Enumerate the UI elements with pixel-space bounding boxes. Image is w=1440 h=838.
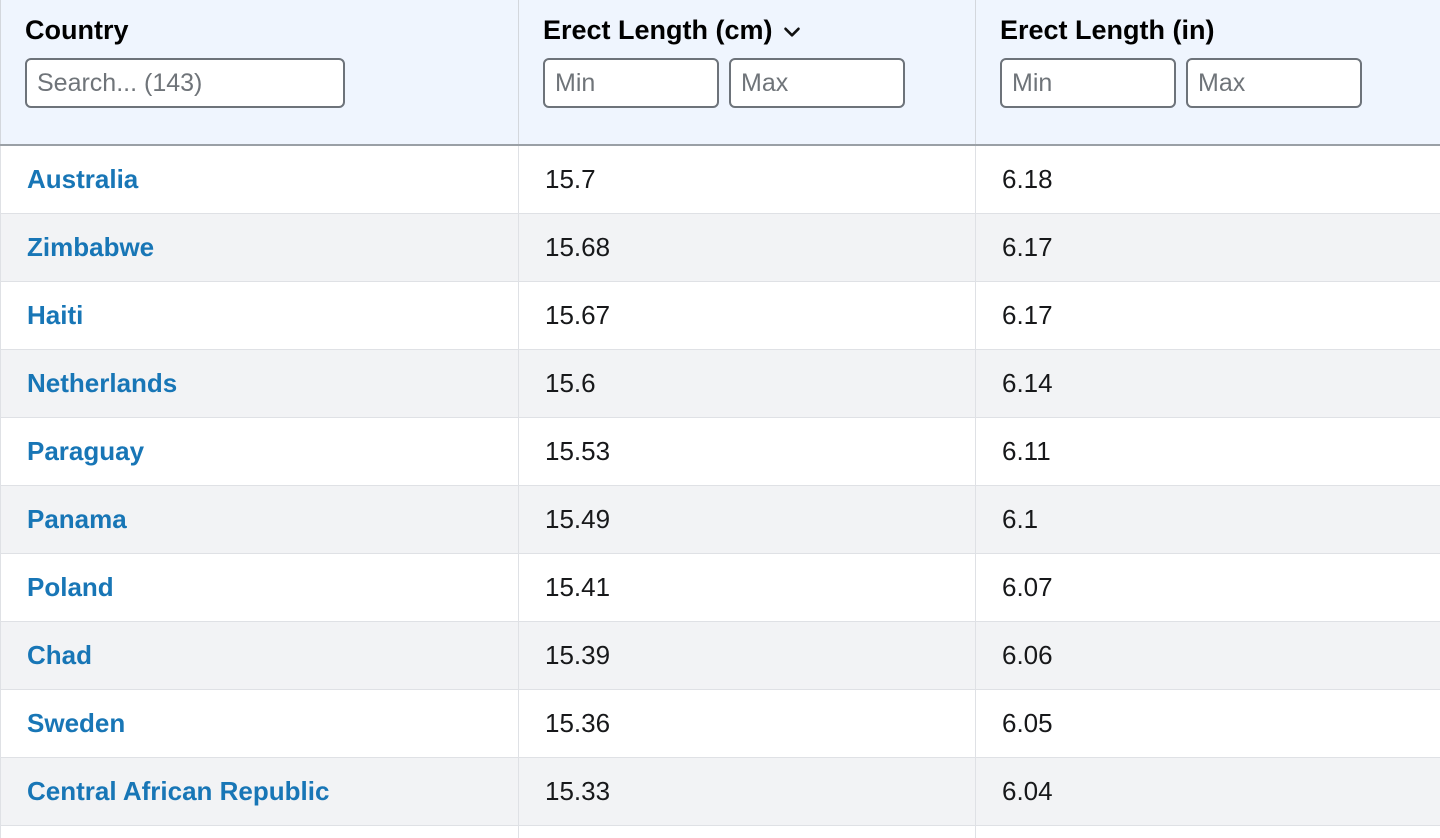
cell-erect-length-cm [518,825,976,838]
cell-erect-length-in: 6.17 [975,281,1440,350]
column-label-erect-length-in: Erect Length (in) [1000,15,1215,45]
country-erect-length-table: Country Erect Length (cm) [0,0,1440,838]
cell-erect-length-in: 6.1 [975,485,1440,554]
cell-erect-length-cm: 15.7 [518,145,976,214]
erect-length-cm-value: 15.36 [545,707,611,738]
column-header-country[interactable]: Country [0,0,519,146]
erect-length-in-value: 6.14 [1002,367,1053,398]
country-link[interactable]: Sweden [27,708,125,738]
filter-row-erect-length-in [1000,58,1440,109]
erect-length-cm-value: 15.49 [545,503,611,534]
cell-erect-length-cm: 15.68 [518,213,976,282]
country-link[interactable]: Netherlands [27,368,177,398]
country-link[interactable]: Poland [27,572,114,602]
column-title-erect-length-cm: Erect Length (cm) [543,16,975,44]
erect-length-cm-value: 15.67 [545,299,611,330]
cell-erect-length-cm: 15.36 [518,689,976,758]
erect-length-cm-value: 15.53 [545,435,611,466]
filter-row-erect-length-cm [543,58,975,109]
country-link[interactable]: Haiti [27,300,83,330]
erect-length-in-min-input[interactable] [1000,58,1176,109]
cell-erect-length-cm: 15.49 [518,485,976,554]
cell-erect-length-in: 6.06 [975,621,1440,690]
table-body: Australia 15.7 6.18 Zimbabwe 15.68 6.17 Haiti 1… [0,145,1440,838]
filter-row-country [25,58,518,109]
cell-country: Australia [0,145,519,214]
column-title-erect-length-in: Erect Length (in) [1000,15,1440,45]
table-row: Chad 15.39 6.06 [0,621,1440,690]
cell-erect-length-cm: 15.53 [518,417,976,486]
country-link[interactable]: Chad [27,640,92,670]
header-row: Country Erect Length (cm) [0,0,1440,146]
cell-country: Paraguay [0,417,519,486]
table-row: Poland 15.41 6.07 [0,553,1440,622]
cell-erect-length-in: 6.05 [975,689,1440,758]
country-link[interactable]: Panama [27,504,127,534]
table-row: Sweden 15.36 6.05 [0,689,1440,758]
data-table-container: Country Erect Length (cm) [0,0,1440,838]
erect-length-in-value: 6.04 [1002,775,1053,806]
cell-country: Poland [0,553,519,622]
cell-erect-length-in [975,825,1440,838]
erect-length-in-value: 6.1 [1002,503,1039,534]
cell-country: Sweden [0,689,519,758]
cell-erect-length-in: 6.11 [975,417,1440,486]
erect-length-in-value: 6.17 [1002,231,1053,262]
table-row: Australia 15.7 6.18 [0,145,1440,214]
cell-country [0,825,519,838]
erect-length-cm-value: 15.7 [545,163,596,194]
cell-erect-length-cm: 15.6 [518,349,976,418]
country-link[interactable]: Australia [27,164,138,194]
country-search-input[interactable] [25,58,345,109]
cell-erect-length-cm: 15.33 [518,757,976,826]
erect-length-in-value: 6.17 [1002,299,1053,330]
cell-erect-length-cm: 15.67 [518,281,976,350]
erect-length-in-value: 6.11 [1002,435,1051,466]
cell-erect-length-cm: 15.41 [518,553,976,622]
cell-erect-length-in: 6.04 [975,757,1440,826]
erect-length-cm-max-input[interactable] [729,58,905,109]
erect-length-in-value: 6.05 [1002,707,1053,738]
cell-erect-length-in: 6.14 [975,349,1440,418]
erect-length-cm-min-input[interactable] [543,58,719,109]
cell-erect-length-in: 6.18 [975,145,1440,214]
cell-country: Central African Republic [0,757,519,826]
erect-length-cm-value: 15.68 [545,231,611,262]
table-row [0,825,1440,838]
column-header-erect-length-in[interactable]: Erect Length (in) [975,0,1440,146]
column-label-erect-length-cm: Erect Length (cm) [543,15,773,45]
cell-country: Haiti [0,281,519,350]
erect-length-in-max-input[interactable] [1186,58,1362,109]
erect-length-in-value: 6.06 [1002,639,1053,670]
table-row: Zimbabwe 15.68 6.17 [0,213,1440,282]
country-link[interactable]: Paraguay [27,436,144,466]
column-title-country: Country [25,15,518,45]
cell-country: Chad [0,621,519,690]
erect-length-cm-value: 15.39 [545,639,611,670]
table-row: Haiti 15.67 6.17 [0,281,1440,350]
chevron-down-icon[interactable] [781,21,803,43]
table-row: Central African Republic 15.33 6.04 [0,757,1440,826]
erect-length-cm-value: 15.6 [545,367,596,398]
erect-length-cm-value: 15.33 [545,775,611,806]
cell-erect-length-in: 6.07 [975,553,1440,622]
column-label-country: Country [25,15,129,45]
cell-country: Zimbabwe [0,213,519,282]
erect-length-in-value: 6.18 [1002,163,1053,194]
country-link[interactable]: Zimbabwe [27,232,154,262]
table-header: Country Erect Length (cm) [0,0,1440,146]
cell-country: Panama [0,485,519,554]
table-row: Netherlands 15.6 6.14 [0,349,1440,418]
table-row: Paraguay 15.53 6.11 [0,417,1440,486]
table-row: Panama 15.49 6.1 [0,485,1440,554]
country-link[interactable]: Central African Republic [27,776,329,806]
column-header-erect-length-cm[interactable]: Erect Length (cm) [518,0,976,146]
cell-erect-length-cm: 15.39 [518,621,976,690]
cell-country: Netherlands [0,349,519,418]
erect-length-cm-value: 15.41 [545,571,611,602]
erect-length-in-value: 6.07 [1002,571,1053,602]
cell-erect-length-in: 6.17 [975,213,1440,282]
